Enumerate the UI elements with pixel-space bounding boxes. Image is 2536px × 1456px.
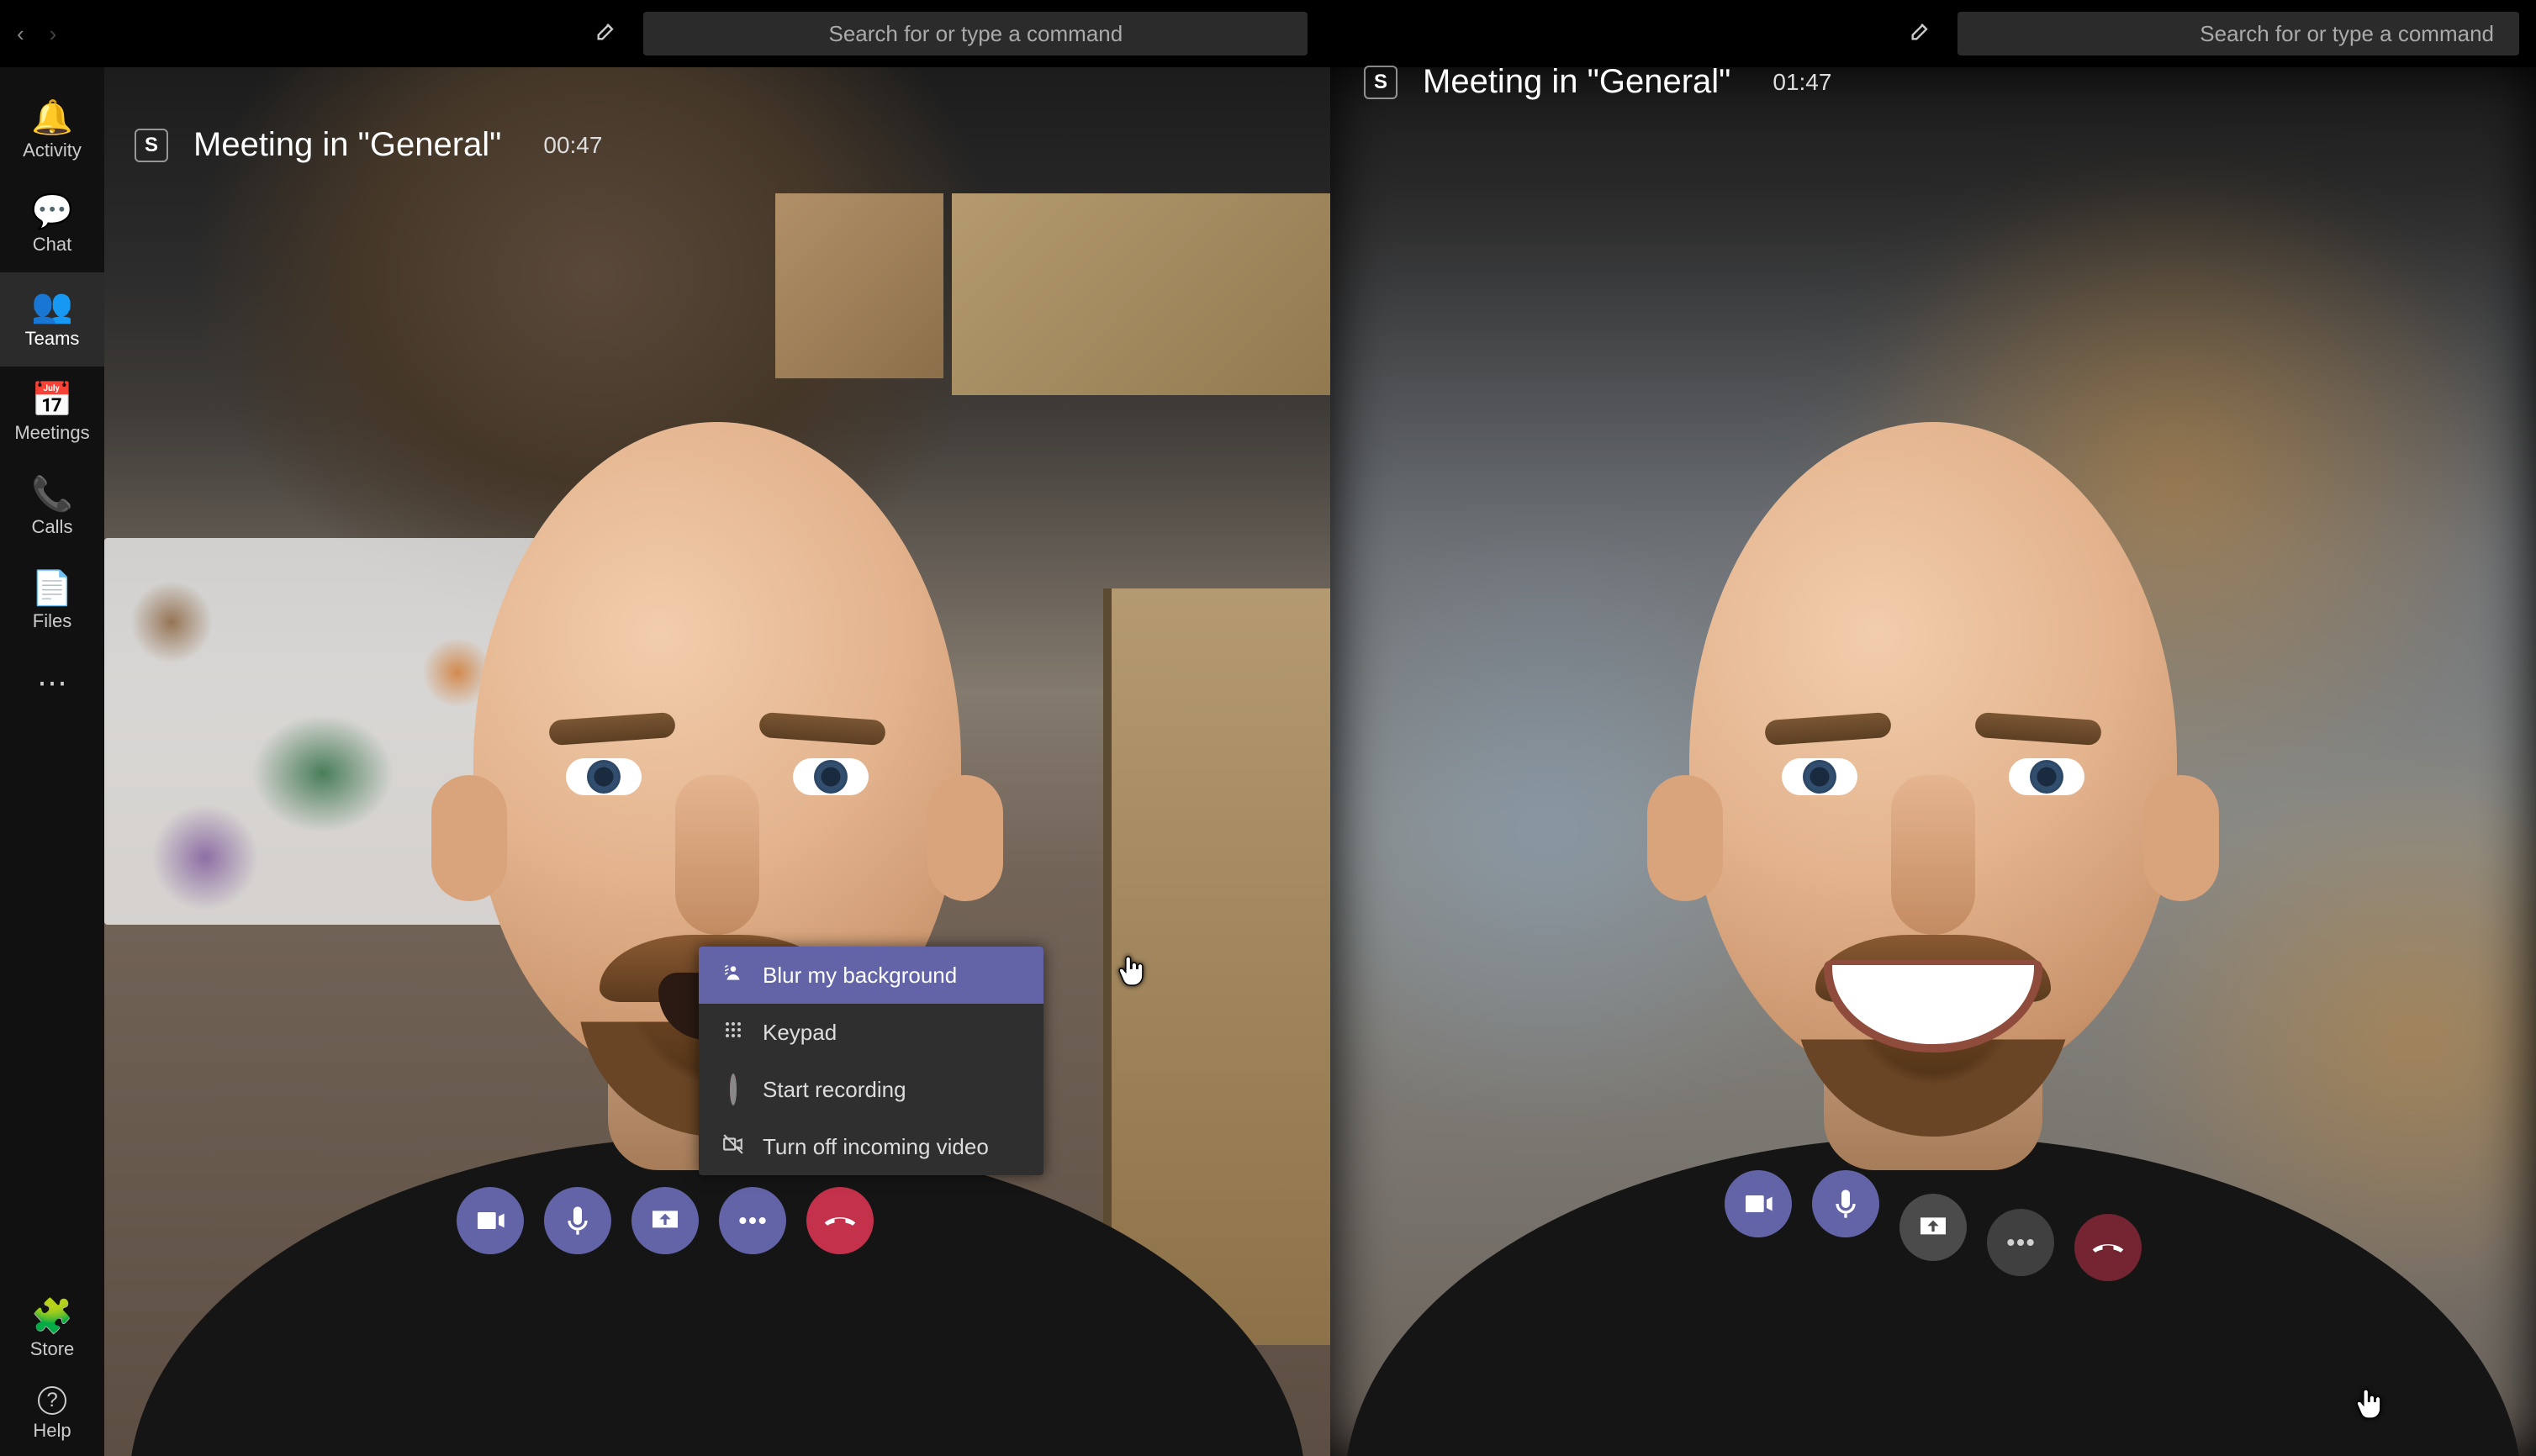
file-icon: 📄 [31, 572, 73, 605]
meeting-title: Meeting in "General" [1423, 63, 1730, 101]
share-button[interactable] [1899, 1194, 1967, 1261]
camera-button[interactable] [1725, 1170, 1792, 1237]
phone-icon: 📞 [31, 477, 73, 511]
hangup-button[interactable] [2074, 1214, 2142, 1281]
menu-start-recording[interactable]: Start recording [699, 1061, 1043, 1118]
meeting-header: S Meeting in "General" 01:47 [1364, 63, 1831, 101]
meeting-timer: 01:47 [1773, 69, 1831, 96]
rail-calls[interactable]: 📞 Calls [0, 461, 104, 555]
rail-meetings[interactable]: 📅 Meetings [0, 367, 104, 461]
help-icon: ? [38, 1386, 66, 1415]
rail-label: Calls [32, 516, 73, 538]
titlebar: Search for or type a command [1330, 0, 2536, 67]
search-input[interactable]: Search for or type a command [643, 12, 1308, 55]
back-button[interactable]: ‹ [17, 21, 24, 47]
rail-label: Meetings [14, 422, 89, 444]
call-controls [1725, 1170, 2142, 1237]
rail-more[interactable]: ⋯ [0, 649, 104, 716]
menu-label: Keypad [763, 1020, 837, 1046]
forward-button[interactable]: › [50, 21, 57, 47]
rail-label: Activity [23, 140, 82, 161]
menu-label: Blur my background [763, 963, 957, 989]
app-rail: 🔔 Activity 💬 Chat 👥 Teams 📅 Meetings 📞 C… [0, 67, 104, 1456]
more-options-button[interactable] [1987, 1209, 2054, 1276]
menu-label: Start recording [763, 1077, 906, 1103]
channel-icon: S [135, 129, 168, 162]
mic-button[interactable] [544, 1187, 611, 1254]
rail-label: Store [30, 1338, 75, 1360]
titlebar: ‹ › Search for or type a command [0, 0, 1330, 67]
rail-label: Chat [33, 234, 71, 256]
rail-activity[interactable]: 🔔 Activity [0, 84, 104, 178]
teams-icon: 👥 [31, 289, 73, 323]
mic-button[interactable] [1812, 1170, 1879, 1237]
chat-icon: 💬 [31, 195, 73, 229]
right-window: Search for or type a command S Meeting i… [1330, 0, 2536, 1456]
blur-icon [721, 962, 746, 989]
menu-turn-off-incoming-video[interactable]: Turn off incoming video [699, 1118, 1043, 1175]
bell-icon: 🔔 [31, 101, 73, 135]
meeting-timer: 00:47 [543, 132, 602, 159]
hangup-button[interactable] [806, 1187, 874, 1254]
menu-blur-background[interactable]: Blur my background [699, 947, 1043, 1004]
keypad-icon [721, 1020, 746, 1046]
menu-label: Turn off incoming video [763, 1134, 989, 1160]
participant-video [1387, 178, 2480, 1456]
rail-chat[interactable]: 💬 Chat [0, 178, 104, 272]
camera-button[interactable] [457, 1187, 524, 1254]
calendar-icon: 📅 [31, 383, 73, 417]
search-placeholder: Search for or type a command [828, 21, 1123, 47]
record-icon [721, 1077, 746, 1103]
search-input[interactable]: Search for or type a command [1957, 12, 2519, 55]
share-button[interactable] [631, 1187, 699, 1254]
rail-label: Files [33, 610, 71, 632]
meeting-header: S Meeting in "General" 00:47 [135, 126, 602, 164]
call-controls [457, 1187, 874, 1254]
compose-icon[interactable] [1909, 19, 1932, 49]
more-options-button[interactable] [719, 1187, 786, 1254]
search-placeholder: Search for or type a command [2200, 21, 2494, 47]
store-icon: 🧩 [31, 1300, 73, 1333]
meeting-title: Meeting in "General" [193, 126, 501, 164]
left-window: ‹ › Search for or type a command 🔔 Activ… [0, 0, 1330, 1456]
rail-label: Help [33, 1420, 71, 1442]
rail-files[interactable]: 📄 Files [0, 555, 104, 649]
menu-keypad[interactable]: Keypad [699, 1004, 1043, 1061]
rail-teams[interactable]: 👥 Teams [0, 272, 104, 367]
channel-icon: S [1364, 66, 1397, 99]
more-options-menu: Blur my background Keypad Start recordin… [699, 947, 1043, 1175]
rail-label: Teams [25, 328, 80, 350]
compose-icon[interactable] [594, 19, 618, 49]
video-off-icon [721, 1133, 746, 1161]
rail-help[interactable]: ? Help [0, 1372, 104, 1456]
nav-arrows: ‹ › [17, 21, 56, 47]
participant-video [192, 237, 1243, 1456]
rail-store[interactable]: 🧩 Store [0, 1288, 104, 1372]
